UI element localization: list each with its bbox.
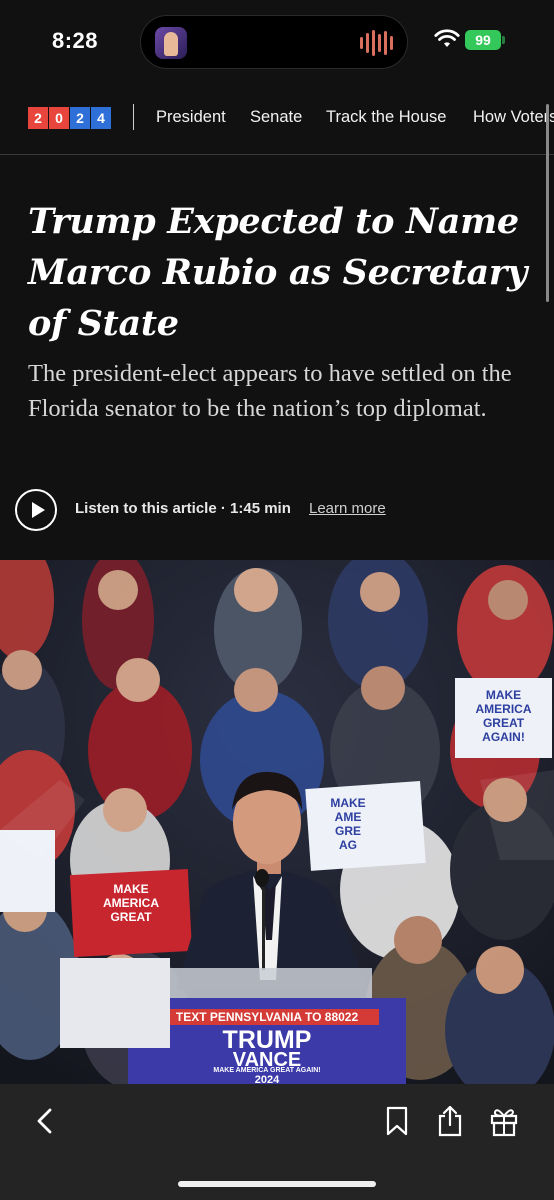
nav-divider (133, 104, 134, 130)
home-indicator[interactable] (178, 1181, 376, 1187)
article-headline: Trump Expected to Name Marco Rubio as Se… (28, 201, 528, 344)
audio-waveform-icon (360, 30, 393, 56)
rally-photo-illustration (0, 560, 554, 1085)
status-time: 8:28 (52, 28, 99, 53)
wifi-icon (434, 29, 460, 47)
sign-center: MAKE AME GRE AG (330, 796, 366, 852)
play-icon[interactable] (15, 489, 57, 531)
chevron-left-icon[interactable] (30, 1104, 62, 1138)
now-playing-art-icon[interactable] (155, 27, 187, 59)
learn-more-link[interactable]: Learn more (309, 500, 386, 517)
nav-item-senate[interactable]: Senate (250, 108, 302, 127)
logo-digit: 0 (49, 107, 69, 129)
logo-digit: 4 (91, 107, 111, 129)
article-photo[interactable]: TEXT PENNSYLVANIA TO 88022 TRUMP VANCE M… (0, 560, 554, 1085)
logo-digit: 2 (70, 107, 90, 129)
share-icon[interactable] (434, 1104, 466, 1138)
battery-level: 99 (465, 30, 501, 50)
podium-slogan: MAKE AMERICA GREAT AGAIN! (213, 1067, 321, 1074)
listen-to-article: Listen to this article · 1:45 min Learn … (15, 489, 535, 531)
nav-item-president[interactable]: President (156, 108, 226, 127)
sign-left: MAKE AMERICA GREAT (103, 882, 159, 924)
status-bar: 8:28 99 (0, 0, 554, 80)
logo-digit: 2 (28, 107, 48, 129)
gift-icon[interactable] (488, 1104, 520, 1138)
battery-cap (502, 36, 505, 44)
podium-text-line: TEXT PENNSYLVANIA TO 88022 (175, 1010, 359, 1024)
nav-item-track-the-house[interactable]: Track the House (326, 108, 446, 127)
article-summary: The president-elect appears to have sett… (28, 360, 512, 422)
bookmark-icon[interactable] (381, 1104, 413, 1138)
scroll-indicator[interactable] (546, 104, 549, 302)
sign-right: MAKE AMERICA GREAT AGAIN! (475, 688, 532, 744)
section-nav: 2 0 2 4 President Senate Track the House… (0, 90, 554, 155)
dynamic-island[interactable] (140, 15, 408, 69)
listen-label[interactable]: Listen to this article · 1:45 min (75, 500, 291, 517)
election-2024-logo[interactable]: 2 0 2 4 (28, 107, 111, 129)
nav-item-how-voters[interactable]: How Voters (473, 108, 554, 127)
